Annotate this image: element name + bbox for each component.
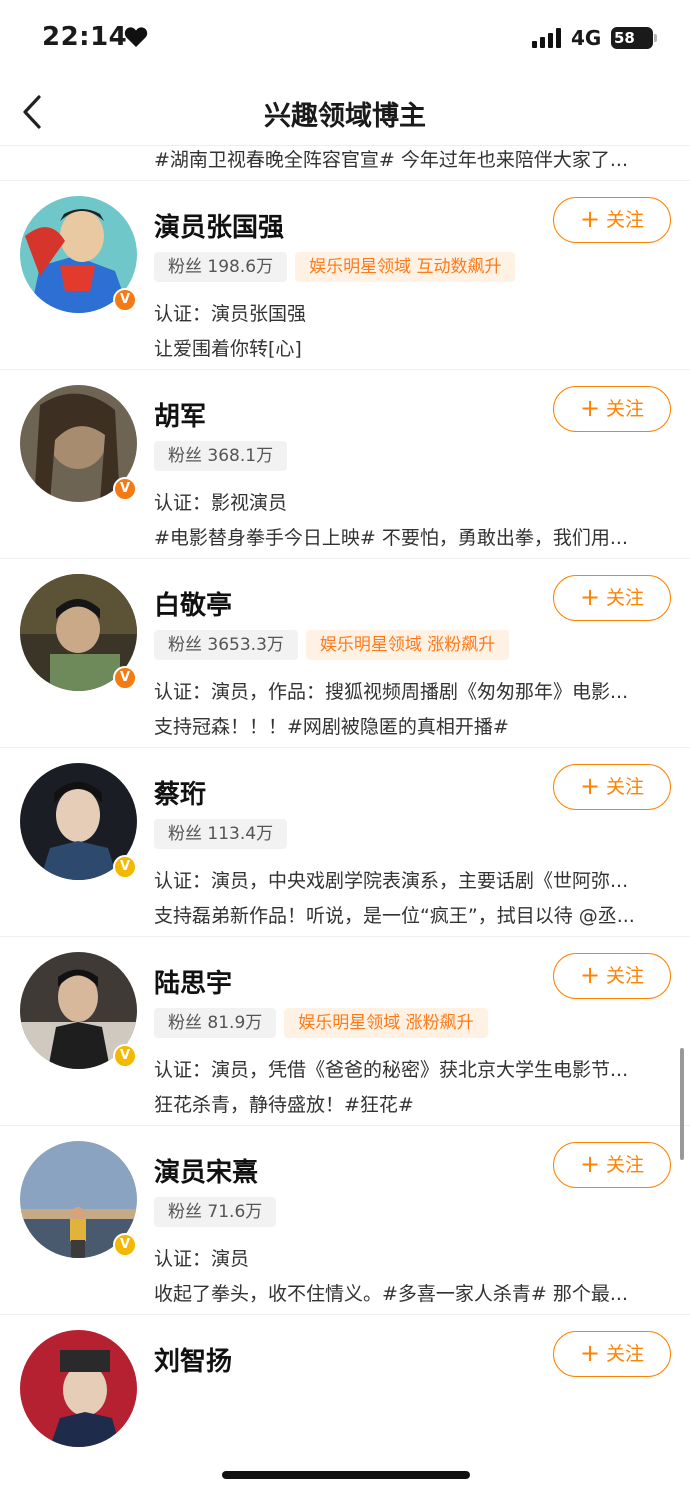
plus-icon: + [579,1339,601,1367]
follow-button[interactable]: + 关注 [553,197,671,243]
follow-button[interactable]: + 关注 [553,1331,671,1377]
follow-button[interactable]: + 关注 [553,953,671,999]
fans-count: 粉丝 3653.3万 [154,630,298,660]
follow-label: 关注 [606,398,645,420]
verification-text: 认证：影视演员 [154,492,288,514]
blogger-name[interactable]: 演员宋熹 [154,1152,258,1189]
follow-label: 关注 [606,209,645,231]
tag-row: 粉丝 368.1万 [154,441,295,471]
follow-button[interactable]: + 关注 [553,386,671,432]
battery-icon: 58 [611,27,653,49]
tag-row: 粉丝 113.4万 [154,819,295,849]
verified-badge-icon: V [113,477,137,501]
blogger-item[interactable]: V 演员张国强 + 关注粉丝 198.6万 娱乐明星领域 互动数飙升认证：演员张国强让爱… [0,181,690,370]
status-time: 22:14 [42,22,128,52]
latest-post-text[interactable]: 让爱围着你转[心] [154,334,666,361]
blogger-item[interactable]: V+关注粉丝 1477.3万娱乐明星领域 互动数飙升认证：演员郭俊辰#湖南卫视春… [0,146,690,181]
avatar[interactable] [20,1330,137,1447]
blogger-name[interactable]: 陆思宇 [154,963,232,1000]
fans-count: 粉丝 113.4万 [154,819,288,849]
domain-tag: 娱乐明星领域 涨粉飙升 [284,1008,488,1038]
latest-post-text[interactable]: #电影替身拳手今日上映# 不要怕，勇敢出拳，我们用... [154,523,666,550]
follow-label: 关注 [606,776,645,798]
domain-tag: 娱乐明星领域 涨粉飙升 [305,630,510,660]
status-bar: 22:14 4G 58 [0,0,690,76]
tag-row: 粉丝 81.9万 娱乐明星领域 涨粉飙升 [154,1008,488,1038]
blogger-name[interactable]: 蔡珩 [154,774,206,811]
latest-post-text[interactable]: 收起了拳头，收不住情义。#多喜一家人杀青# 那个最... [154,1279,666,1306]
follow-label: 关注 [606,1154,645,1176]
scrollbar[interactable] [680,1048,684,1160]
blogger-name[interactable]: 演员张国强 [154,207,284,244]
tag-row: 粉丝 198.6万 娱乐明星领域 互动数飙升 [154,252,516,282]
blogger-item[interactable]: V 演员宋熹 + 关注粉丝 71.6万认证：演员收起了拳头，收不住情义。#多喜一家人杀… [0,1126,690,1315]
blogger-name[interactable]: 胡军 [154,396,206,433]
verified-badge-icon: V [113,855,137,879]
plus-icon: + [579,961,601,989]
blogger-item[interactable]: V 胡军 + 关注粉丝 368.1万认证：影视演员 #电影替身拳手今日上映# 不要怕，勇… [0,370,690,559]
verification-text: 认证：演员，凭借《爸爸的秘密》获北京大学生电影节... [154,1059,629,1081]
blogger-item[interactable]: V 陆思宇 + 关注粉丝 81.9万 娱乐明星领域 涨粉飙升认证：演员，凭借《爸爸的秘密… [0,937,690,1126]
blogger-list[interactable]: V+关注粉丝 1477.3万娱乐明星领域 互动数飙升认证：演员郭俊辰#湖南卫视春… [0,146,690,1493]
blogger-name[interactable]: 白敬亭 [154,585,232,622]
tag-row: 粉丝 3653.3万 娱乐明星领域 涨粉飙升 [154,630,510,660]
fans-count: 粉丝 71.6万 [154,1197,277,1227]
heart-icon [124,27,148,47]
follow-label: 关注 [606,1343,645,1365]
verification-text: 认证：演员，中央戏剧学院表演系，主要话剧《世阿弥... [154,870,629,892]
fans-count: 粉丝 198.6万 [154,252,288,282]
latest-post-text[interactable]: 狂花杀青，静待盛放！#狂花# [154,1090,666,1117]
verified-badge-icon: V [113,1233,137,1257]
follow-button[interactable]: + 关注 [553,1142,671,1188]
verification-text: 认证：演员 [154,1248,250,1270]
home-indicator [222,1471,470,1479]
verification-text: 认证：演员，作品：搜狐视频周播剧《匆匆那年》电影... [154,681,629,703]
latest-post-text[interactable]: #湖南卫视春晚全阵容官宣# 今年过年也来陪伴大家了... [154,146,666,172]
verified-badge-icon: V [113,666,137,690]
page-title: 兴趣领域博主 [264,101,426,132]
fans-count: 粉丝 81.9万 [154,1008,277,1038]
domain-tag: 娱乐明星领域 互动数飙升 [295,252,516,282]
verification-text: 认证：演员张国强 [154,303,307,325]
fans-count: 粉丝 368.1万 [154,441,288,471]
blogger-item[interactable]: V 白敬亭 + 关注粉丝 3653.3万 娱乐明星领域 涨粉飙升认证：演员，作品：搜狐视… [0,559,690,748]
follow-label: 关注 [606,587,645,609]
latest-post-text[interactable]: 支持磊弟新作品！听说，是一位“疯王”，拭目以待 @丞... [154,901,666,928]
follow-label: 关注 [606,965,645,987]
blogger-name[interactable]: 刘智扬 [154,1341,232,1378]
tag-row: 粉丝 71.6万 [154,1197,284,1227]
blogger-item[interactable]: V 蔡珩 + 关注粉丝 113.4万认证：演员，中央戏剧学院表演系，主要话剧《世阿弥.… [0,748,690,937]
verified-badge-icon: V [113,288,137,312]
nav-bar: 兴趣领域博主 [0,76,690,146]
verified-badge-icon: V [113,1044,137,1068]
plus-icon: + [579,1150,601,1178]
follow-button[interactable]: + 关注 [553,764,671,810]
follow-button[interactable]: + 关注 [553,575,671,621]
network-type: 4G [571,26,602,50]
plus-icon: + [579,583,601,611]
battery-cap [654,34,657,42]
plus-icon: + [579,394,601,422]
plus-icon: + [579,205,601,233]
blogger-item[interactable]: 刘智扬 + 关注 [0,1315,690,1493]
latest-post-text[interactable]: 支持冠森！！！#网剧被隐匿的真相开播# [154,712,666,739]
signal-icon [532,28,561,48]
plus-icon: + [579,772,601,800]
